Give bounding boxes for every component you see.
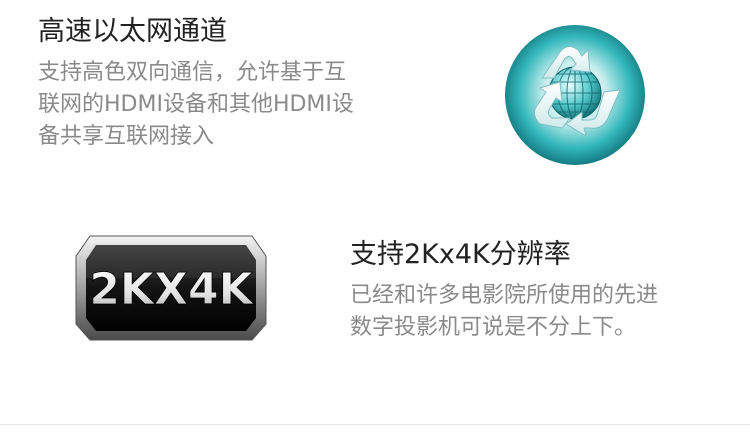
description-line: 备共享互联网接入 <box>38 124 215 149</box>
description-line: 数字投影机可说是不分上下。 <box>350 315 637 340</box>
resolution-feature-title: 支持2Kx4K分辨率 <box>350 239 571 270</box>
recycle-globe-icon <box>505 25 645 165</box>
bottom-divider <box>0 424 750 425</box>
2k4k-badge-icon: 2KX4K <box>75 235 267 341</box>
ethernet-feature-title: 高速以太网通道 <box>38 16 227 47</box>
resolution-feature-description: 已经和许多电影院所使用的先进 数字投影机可说是不分上下。 <box>350 280 720 344</box>
ethernet-feature: 高速以太网通道 支持高色双向通信，允许基于互 联网的HDMI设备和其他HDMI设… <box>38 15 413 153</box>
description-line: 支持高色双向通信，允许基于互 <box>38 60 347 85</box>
ethernet-feature-description: 支持高色双向通信，允许基于互 联网的HDMI设备和其他HDMI设 备共享互联网接… <box>38 57 413 153</box>
description-line: 已经和许多电影院所使用的先进 <box>350 283 659 308</box>
description-line: 联网的HDMI设备和其他HDMI设 <box>38 92 354 117</box>
badge-label: 2KX4K <box>89 264 254 315</box>
resolution-feature: 支持2Kx4K分辨率 已经和许多电影院所使用的先进 数字投影机可说是不分上下。 <box>350 238 720 344</box>
